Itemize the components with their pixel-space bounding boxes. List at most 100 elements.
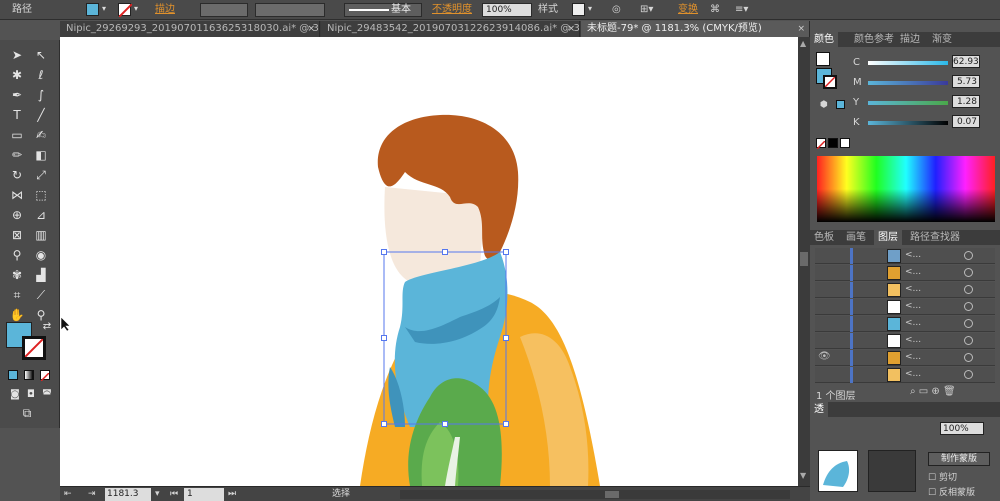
target-circle-icon[interactable] <box>964 302 973 311</box>
screen-mode-icon[interactable]: ⧉ <box>18 404 36 422</box>
scroll-thumb[interactable] <box>800 252 808 266</box>
curvature-icon[interactable]: ∫ <box>32 86 50 104</box>
tab-pathfinder[interactable]: 路径查找器 <box>906 230 964 245</box>
swap-colors-icon[interactable]: ⇄ <box>38 318 56 336</box>
artboard-icon[interactable]: ⌗ <box>8 286 26 304</box>
page-field[interactable]: 1 <box>184 488 224 501</box>
tab-layers[interactable]: 图层 <box>874 230 902 245</box>
tab-swatches[interactable]: 色板 <box>810 230 838 245</box>
selection-handle[interactable] <box>442 421 448 427</box>
layer-thumbnail[interactable] <box>887 317 901 331</box>
target-circle-icon[interactable] <box>964 319 973 328</box>
layer-thumbnail[interactable] <box>887 351 901 365</box>
invert-mask-checkbox[interactable]: ☐ 反相蒙版 <box>928 485 975 498</box>
layer-name[interactable]: <... <box>905 250 921 260</box>
target-circle-icon[interactable] <box>964 353 973 362</box>
last-page-icon[interactable]: ⏭ <box>228 488 236 501</box>
channel-y-value[interactable]: 1.28 <box>952 95 980 108</box>
type-icon[interactable]: T <box>8 106 26 124</box>
opacity-label[interactable]: 不透明度 <box>432 3 472 17</box>
paintbrush-icon[interactable]: ✍ <box>32 126 50 144</box>
layer-thumbnail[interactable] <box>887 334 901 348</box>
mask-thumbnail[interactable] <box>868 450 916 492</box>
zoom-field[interactable]: 1181.3 <box>105 488 151 501</box>
artboard-nav-icon[interactable]: ⇤ <box>64 488 72 501</box>
column-graph-icon[interactable]: ▟ <box>32 266 50 284</box>
target-circle-icon[interactable] <box>964 336 973 345</box>
perspective-icon[interactable]: ⊿ <box>32 206 50 224</box>
isolate-icon[interactable]: ⌘ <box>710 3 720 17</box>
gradient-icon[interactable]: ▥ <box>32 226 50 244</box>
selection-handle[interactable] <box>381 335 387 341</box>
eyedropper-icon[interactable]: ⚲ <box>8 246 26 264</box>
scale-icon[interactable]: ⤢ <box>32 166 50 184</box>
symbol-sprayer-icon[interactable]: ✾ <box>8 266 26 284</box>
transparency-opacity-field[interactable]: 100% <box>940 422 984 435</box>
layer-thumbnail[interactable] <box>887 283 901 297</box>
visibility-eye-icon[interactable] <box>818 300 830 314</box>
slice-icon[interactable]: ⟋ <box>32 286 50 304</box>
tab-stroke[interactable]: 描边 <box>896 32 924 47</box>
selection-icon[interactable]: ➤ <box>8 46 26 64</box>
variable-width-select[interactable] <box>255 3 325 17</box>
horizontal-scrollbar[interactable] <box>400 490 790 499</box>
selection-handle[interactable] <box>381 249 387 255</box>
layer-name[interactable]: <... <box>905 284 921 294</box>
close-icon[interactable]: × <box>307 21 315 37</box>
layer-row[interactable]: <... <box>815 367 995 383</box>
fill-dropdown-icon[interactable]: ▾ <box>102 4 110 16</box>
rotate-icon[interactable]: ↻ <box>8 166 26 184</box>
channel-c-slider[interactable] <box>868 61 948 65</box>
channel-m-value[interactable]: 5.73 <box>952 75 980 88</box>
layer-name[interactable]: <... <box>905 352 921 362</box>
layer-row[interactable]: <... <box>815 316 995 332</box>
none-mode-icon[interactable] <box>40 370 50 382</box>
target-circle-icon[interactable] <box>964 285 973 294</box>
make-mask-button[interactable]: 制作蒙版 <box>928 452 990 466</box>
visibility-eye-icon[interactable] <box>818 317 830 331</box>
tab-color-guide[interactable]: 颜色参考 <box>850 32 898 47</box>
visibility-eye-icon[interactable] <box>818 334 830 348</box>
panel-menu-icon[interactable]: ≡▾ <box>735 3 748 17</box>
visibility-eye-icon[interactable] <box>818 283 830 297</box>
brush-definition-select[interactable]: 基本 <box>344 3 422 17</box>
width-icon[interactable]: ⋈ <box>8 186 26 204</box>
selection-handle[interactable] <box>503 421 509 427</box>
layer-name[interactable]: <... <box>905 301 921 311</box>
magic-wand-icon[interactable]: ✱ <box>8 66 26 84</box>
close-icon[interactable]: × <box>797 21 805 37</box>
close-icon[interactable]: × <box>567 21 575 37</box>
layer-thumbnail[interactable] <box>887 266 901 280</box>
layer-row[interactable]: <... <box>815 282 995 298</box>
layer-row[interactable]: <... <box>815 299 995 315</box>
target-circle-icon[interactable] <box>964 251 973 260</box>
target-circle-icon[interactable] <box>964 268 973 277</box>
out-of-gamut-icon[interactable]: ⬢ <box>820 100 828 110</box>
tab-brushes[interactable]: 画笔 <box>842 230 870 245</box>
tab-transparency[interactable]: 透 <box>810 402 828 417</box>
stroke-swatch[interactable] <box>118 3 133 18</box>
layer-name[interactable]: <... <box>905 267 921 277</box>
channel-k-slider[interactable] <box>868 121 948 125</box>
blend-icon[interactable]: ◉ <box>32 246 50 264</box>
channel-k-value[interactable]: 0.07 <box>952 115 980 128</box>
layer-thumbnail[interactable] <box>887 249 901 263</box>
tab-document-2[interactable]: Nipic_29483542_20190703122623914086.ai* … <box>321 21 580 37</box>
line-icon[interactable]: ╱ <box>32 106 50 124</box>
layer-thumbnail[interactable] <box>887 368 901 382</box>
artboard-canvas[interactable] <box>60 37 798 486</box>
direct-selection-icon[interactable]: ↖ <box>32 46 50 64</box>
black-color-chip[interactable] <box>828 138 838 148</box>
visibility-eye-icon[interactable] <box>818 368 830 382</box>
selection-handle[interactable] <box>503 249 509 255</box>
layer-name[interactable]: <... <box>905 335 921 345</box>
tab-document-3[interactable]: 未标题-79* @ 1181.3% (CMYK/预览) × <box>581 21 810 37</box>
layer-row[interactable]: <... <box>815 265 995 281</box>
pen-icon[interactable]: ✒ <box>8 86 26 104</box>
small-fill-swatch[interactable] <box>816 52 830 66</box>
rectangle-icon[interactable]: ▭ <box>8 126 26 144</box>
style-dropdown-icon[interactable]: ▾ <box>588 4 596 16</box>
layer-name[interactable]: <... <box>905 318 921 328</box>
none-color-chip[interactable] <box>816 138 826 150</box>
hscroll-thumb[interactable] <box>605 491 619 498</box>
